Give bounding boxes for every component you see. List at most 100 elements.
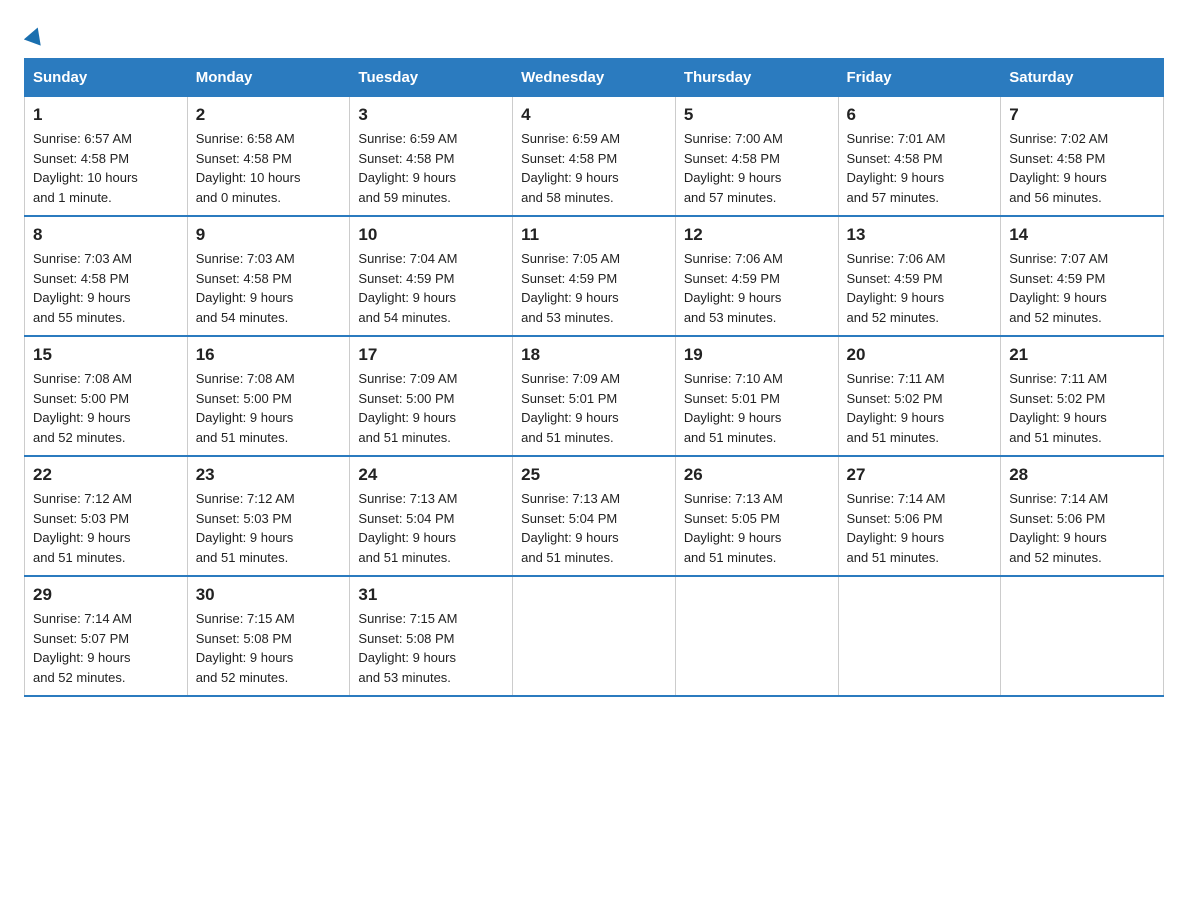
day-number: 23: [196, 465, 342, 485]
calendar-cell: 23 Sunrise: 7:12 AMSunset: 5:03 PMDayligh…: [187, 456, 350, 576]
day-number: 2: [196, 105, 342, 125]
calendar-cell: 18 Sunrise: 7:09 AMSunset: 5:01 PMDayligh…: [513, 336, 676, 456]
day-info: Sunrise: 7:03 AMSunset: 4:58 PMDaylight:…: [196, 249, 342, 327]
calendar-cell: 11Sunrise: 7:05 AMSunset: 4:59 PMDayligh…: [513, 216, 676, 336]
calendar-cell: 2 Sunrise: 6:58 AMSunset: 4:58 PMDaylight…: [187, 97, 350, 217]
day-number: 15: [33, 345, 179, 365]
day-info: Sunrise: 7:05 AMSunset: 4:59 PMDaylight:…: [521, 249, 667, 327]
calendar-week-row: 8 Sunrise: 7:03 AMSunset: 4:58 PMDaylight…: [25, 216, 1164, 336]
day-number: 25: [521, 465, 667, 485]
day-info: Sunrise: 7:12 AMSunset: 5:03 PMDaylight:…: [33, 489, 179, 567]
day-info: Sunrise: 6:58 AMSunset: 4:58 PMDaylight:…: [196, 129, 342, 207]
calendar-cell: 4 Sunrise: 6:59 AMSunset: 4:58 PMDaylight…: [513, 97, 676, 217]
day-info: Sunrise: 7:01 AMSunset: 4:58 PMDaylight:…: [847, 129, 993, 207]
day-number: 22: [33, 465, 179, 485]
day-info: Sunrise: 6:57 AMSunset: 4:58 PMDaylight:…: [33, 129, 179, 207]
calendar-cell: 1Sunrise: 6:57 AMSunset: 4:58 PMDaylight…: [25, 97, 188, 217]
day-info: Sunrise: 7:09 AMSunset: 5:00 PMDaylight:…: [358, 369, 504, 447]
day-number: 5: [684, 105, 830, 125]
weekday-header-thursday: Thursday: [675, 59, 838, 97]
calendar-cell: 17 Sunrise: 7:09 AMSunset: 5:00 PMDayligh…: [350, 336, 513, 456]
calendar-cell: 21 Sunrise: 7:11 AMSunset: 5:02 PMDayligh…: [1001, 336, 1164, 456]
day-info: Sunrise: 7:08 AMSunset: 5:00 PMDaylight:…: [33, 369, 179, 447]
day-info: Sunrise: 7:13 AMSunset: 5:04 PMDaylight:…: [358, 489, 504, 567]
calendar-cell: 19 Sunrise: 7:10 AMSunset: 5:01 PMDayligh…: [675, 336, 838, 456]
day-number: 28: [1009, 465, 1155, 485]
day-number: 18: [521, 345, 667, 365]
calendar-cell: [675, 576, 838, 696]
calendar-cell: 8 Sunrise: 7:03 AMSunset: 4:58 PMDaylight…: [25, 216, 188, 336]
calendar-week-row: 15 Sunrise: 7:08 AMSunset: 5:00 PMDayligh…: [25, 336, 1164, 456]
day-number: 24: [358, 465, 504, 485]
day-number: 7: [1009, 105, 1155, 125]
weekday-header-monday: Monday: [187, 59, 350, 97]
calendar-week-row: 22 Sunrise: 7:12 AMSunset: 5:03 PMDayligh…: [25, 456, 1164, 576]
logo: [24, 24, 46, 42]
day-number: 6: [847, 105, 993, 125]
day-info: Sunrise: 7:02 AMSunset: 4:58 PMDaylight:…: [1009, 129, 1155, 207]
day-info: Sunrise: 7:12 AMSunset: 5:03 PMDaylight:…: [196, 489, 342, 567]
day-info: Sunrise: 7:14 AMSunset: 5:06 PMDaylight:…: [1009, 489, 1155, 567]
day-info: Sunrise: 7:13 AMSunset: 5:04 PMDaylight:…: [521, 489, 667, 567]
calendar-cell: 13Sunrise: 7:06 AMSunset: 4:59 PMDayligh…: [838, 216, 1001, 336]
day-number: 13: [847, 225, 993, 245]
calendar-week-row: 1Sunrise: 6:57 AMSunset: 4:58 PMDaylight…: [25, 97, 1164, 217]
calendar-week-row: 29 Sunrise: 7:14 AMSunset: 5:07 PMDayligh…: [25, 576, 1164, 696]
calendar-table: SundayMondayTuesdayWednesdayThursdayFrid…: [24, 58, 1164, 697]
day-number: 20: [847, 345, 993, 365]
day-info: Sunrise: 7:07 AMSunset: 4:59 PMDaylight:…: [1009, 249, 1155, 327]
day-number: 8: [33, 225, 179, 245]
day-number: 16: [196, 345, 342, 365]
calendar-cell: [838, 576, 1001, 696]
day-number: 30: [196, 585, 342, 605]
day-number: 9: [196, 225, 342, 245]
calendar-cell: 5Sunrise: 7:00 AMSunset: 4:58 PMDaylight…: [675, 97, 838, 217]
day-number: 21: [1009, 345, 1155, 365]
calendar-cell: 28 Sunrise: 7:14 AMSunset: 5:06 PMDayligh…: [1001, 456, 1164, 576]
day-info: Sunrise: 7:15 AMSunset: 5:08 PMDaylight:…: [196, 609, 342, 687]
day-info: Sunrise: 7:10 AMSunset: 5:01 PMDaylight:…: [684, 369, 830, 447]
calendar-cell: 31Sunrise: 7:15 AMSunset: 5:08 PMDayligh…: [350, 576, 513, 696]
calendar-cell: 3Sunrise: 6:59 AMSunset: 4:58 PMDaylight…: [350, 97, 513, 217]
calendar-cell: 27Sunrise: 7:14 AMSunset: 5:06 PMDayligh…: [838, 456, 1001, 576]
calendar-cell: 30 Sunrise: 7:15 AMSunset: 5:08 PMDayligh…: [187, 576, 350, 696]
day-info: Sunrise: 7:09 AMSunset: 5:01 PMDaylight:…: [521, 369, 667, 447]
calendar-cell: 24 Sunrise: 7:13 AMSunset: 5:04 PMDayligh…: [350, 456, 513, 576]
day-info: Sunrise: 7:11 AMSunset: 5:02 PMDaylight:…: [847, 369, 993, 447]
weekday-header-row: SundayMondayTuesdayWednesdayThursdayFrid…: [25, 59, 1164, 97]
day-number: 10: [358, 225, 504, 245]
day-info: Sunrise: 6:59 AMSunset: 4:58 PMDaylight:…: [358, 129, 504, 207]
calendar-cell: [513, 576, 676, 696]
calendar-cell: 14 Sunrise: 7:07 AMSunset: 4:59 PMDayligh…: [1001, 216, 1164, 336]
day-info: Sunrise: 7:03 AMSunset: 4:58 PMDaylight:…: [33, 249, 179, 327]
day-info: Sunrise: 7:06 AMSunset: 4:59 PMDaylight:…: [684, 249, 830, 327]
logo-arrow-icon: [24, 24, 46, 46]
day-number: 4: [521, 105, 667, 125]
weekday-header-friday: Friday: [838, 59, 1001, 97]
calendar-cell: 29 Sunrise: 7:14 AMSunset: 5:07 PMDayligh…: [25, 576, 188, 696]
day-number: 26: [684, 465, 830, 485]
day-info: Sunrise: 7:14 AMSunset: 5:06 PMDaylight:…: [847, 489, 993, 567]
calendar-cell: 6 Sunrise: 7:01 AMSunset: 4:58 PMDaylight…: [838, 97, 1001, 217]
day-number: 31: [358, 585, 504, 605]
calendar-cell: 15 Sunrise: 7:08 AMSunset: 5:00 PMDayligh…: [25, 336, 188, 456]
day-info: Sunrise: 7:11 AMSunset: 5:02 PMDaylight:…: [1009, 369, 1155, 447]
calendar-cell: 9 Sunrise: 7:03 AMSunset: 4:58 PMDaylight…: [187, 216, 350, 336]
weekday-header-tuesday: Tuesday: [350, 59, 513, 97]
day-number: 12: [684, 225, 830, 245]
weekday-header-sunday: Sunday: [25, 59, 188, 97]
weekday-header-wednesday: Wednesday: [513, 59, 676, 97]
calendar-cell: 20 Sunrise: 7:11 AMSunset: 5:02 PMDayligh…: [838, 336, 1001, 456]
weekday-header-saturday: Saturday: [1001, 59, 1164, 97]
day-info: Sunrise: 6:59 AMSunset: 4:58 PMDaylight:…: [521, 129, 667, 207]
calendar-cell: 7 Sunrise: 7:02 AMSunset: 4:58 PMDaylight…: [1001, 97, 1164, 217]
day-number: 19: [684, 345, 830, 365]
day-number: 17: [358, 345, 504, 365]
calendar-cell: [1001, 576, 1164, 696]
day-info: Sunrise: 7:14 AMSunset: 5:07 PMDaylight:…: [33, 609, 179, 687]
day-number: 29: [33, 585, 179, 605]
calendar-cell: 22 Sunrise: 7:12 AMSunset: 5:03 PMDayligh…: [25, 456, 188, 576]
calendar-cell: 12 Sunrise: 7:06 AMSunset: 4:59 PMDayligh…: [675, 216, 838, 336]
calendar-cell: 26Sunrise: 7:13 AMSunset: 5:05 PMDayligh…: [675, 456, 838, 576]
day-number: 14: [1009, 225, 1155, 245]
